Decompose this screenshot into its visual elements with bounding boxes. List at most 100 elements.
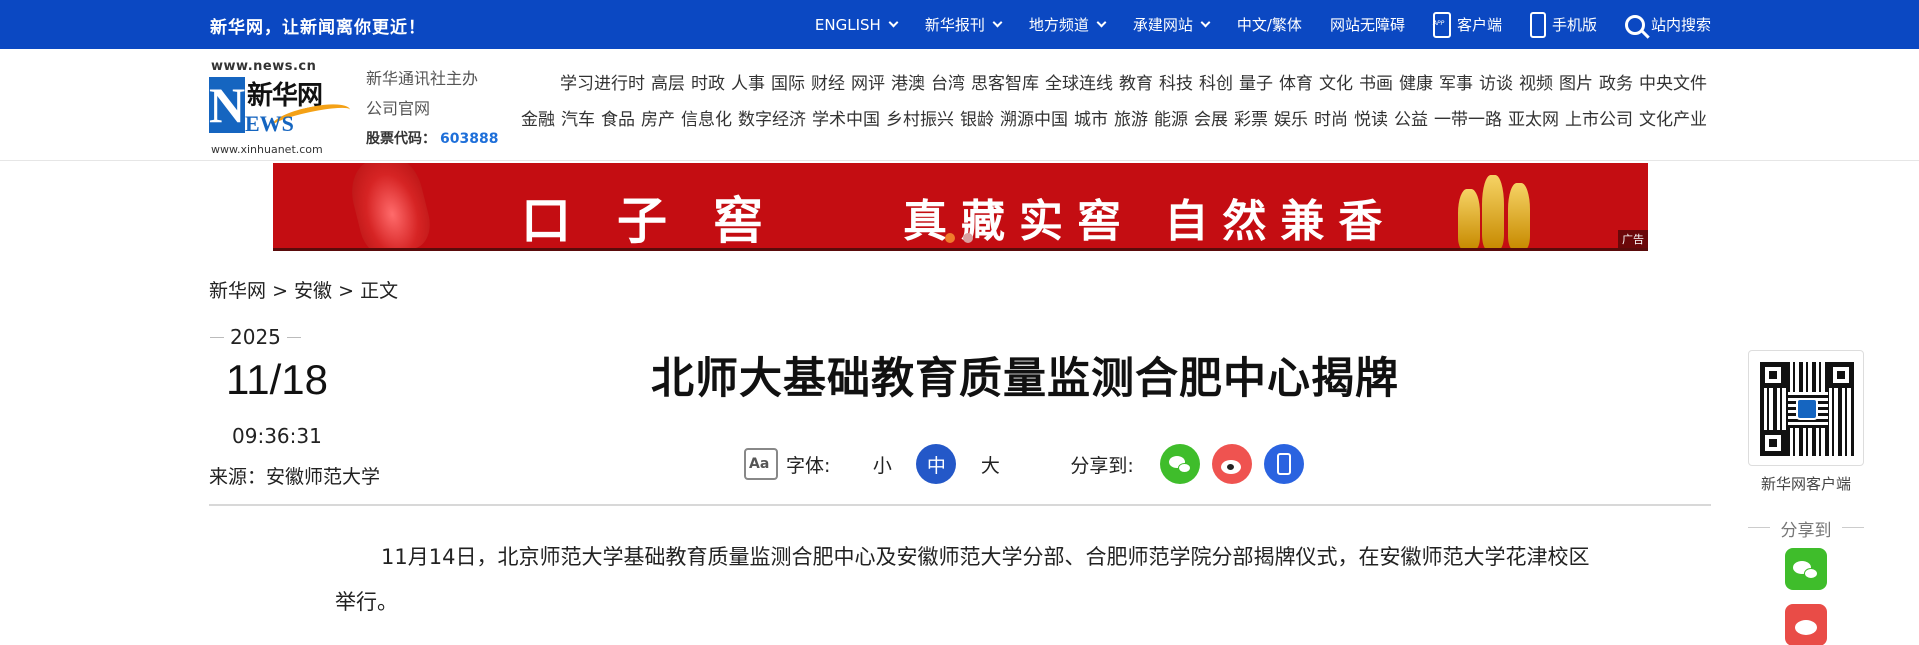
nav-client-app[interactable]: 客户端 [1432, 11, 1502, 38]
channel-link[interactable]: 时尚 [1314, 102, 1348, 138]
liquor-bottles-image [1458, 171, 1548, 248]
channel-link[interactable]: 军事 [1439, 66, 1473, 102]
channel-link[interactable]: 旅游 [1114, 102, 1148, 138]
nav-xinhua-press[interactable]: 新华报刊 [925, 14, 1003, 35]
chevron-down-icon [1096, 17, 1107, 28]
channel-link[interactable]: 金融 [521, 102, 555, 138]
nav-english[interactable]: ENGLISH [814, 15, 899, 34]
site-header: www.news.cn N 新华网 EWS www.xinhuanet.com … [0, 49, 1919, 161]
channel-link[interactable]: 城市 [1074, 102, 1108, 138]
article-paragraph: 11月14日，北京师范大学基础教育质量监测合肥中心及安徽师范大学分部、合肥师范学… [335, 545, 1590, 614]
chevron-down-icon [992, 17, 1003, 28]
liquor-bottle-image [344, 163, 436, 248]
channel-link[interactable]: 公益 [1394, 102, 1428, 138]
chevron-down-icon [1200, 17, 1211, 28]
channel-link[interactable]: 教育 [1119, 66, 1153, 102]
nav-site-search[interactable]: 站内搜索 [1624, 14, 1711, 35]
font-size-small[interactable]: 小 [862, 444, 902, 484]
site-slogan: 新华网，让新闻离你更近！ [210, 18, 426, 38]
logo-domain-top: www.news.cn [211, 59, 317, 74]
publish-date: 11/18 [226, 356, 328, 403]
channel-link[interactable]: 国际 [771, 66, 805, 102]
channel-link[interactable]: 财经 [811, 66, 845, 102]
font-size-medium[interactable]: 中 [916, 444, 957, 484]
channel-link[interactable]: 学术中国 [812, 102, 880, 138]
channel-row-2: 金融 汽车 食品 房产 信息化 数字经济 学术中国 乡村振兴 银龄 溯源中国 城市 旅游 能源 会展 彩票娱… [521, 102, 1707, 138]
channel-link[interactable]: 文化 [1319, 66, 1353, 102]
carousel-dot[interactable] [963, 233, 973, 243]
nav-mobile[interactable]: 手机版 [1529, 11, 1597, 38]
channel-link[interactable]: 港澳 [891, 66, 925, 102]
channel-link[interactable]: 数字经济 [738, 102, 806, 138]
channel-link[interactable]: 政务 [1599, 66, 1633, 102]
breadcrumb-home[interactable]: 新华网 [209, 280, 266, 302]
channel-row-1: 学习进行时 高层 时政 人事 国际 财经 网评 港澳 台湾 思客智库 全球连线 教育 科技 科创 量子 体育文… [560, 66, 1707, 102]
channel-link[interactable]: 银龄 [960, 102, 994, 138]
channel-link[interactable]: 上市公司 [1565, 102, 1633, 138]
stock-code[interactable]: 603888 [440, 131, 498, 147]
nav-english-label: ENGLISH [814, 15, 881, 34]
nav-local-channels[interactable]: 地方频道 [1028, 14, 1107, 35]
channel-link[interactable]: 量子 [1239, 66, 1273, 102]
channel-link[interactable]: 科技 [1159, 66, 1193, 102]
channel-link[interactable]: 科创 [1199, 66, 1233, 102]
breadcrumb-sep: > [272, 280, 288, 302]
channel-link[interactable]: 乡村振兴 [886, 102, 954, 138]
channel-link[interactable]: 书画 [1359, 66, 1393, 102]
qr-code-icon [1760, 362, 1854, 456]
channel-link[interactable]: 能源 [1154, 102, 1188, 138]
channel-link[interactable]: 一带一路 [1434, 102, 1502, 138]
carousel-dot-active[interactable] [945, 233, 955, 243]
channel-link[interactable]: 台湾 [931, 66, 965, 102]
channel-link[interactable]: 中央文件 [1639, 66, 1707, 102]
channel-link[interactable]: 网评 [851, 66, 885, 102]
top-bar: 新华网，让新闻离你更近！ ENGLISH 新华报刊 地方频道 承建网站 中文/繁… [0, 0, 1919, 49]
sidebar-wechat-icon[interactable] [1785, 548, 1827, 590]
channel-link[interactable]: 时政 [691, 66, 725, 102]
channel-link[interactable]: 体育 [1279, 66, 1313, 102]
share-mobile-icon[interactable] [1263, 444, 1304, 484]
ad-brand: 口子窖 [521, 191, 809, 250]
qr-caption: 新华网客户端 [1760, 475, 1851, 493]
font-size-large[interactable]: 大 [970, 444, 1010, 484]
nav-built-sites-label: 承建网站 [1132, 16, 1193, 34]
channel-link[interactable]: 学习进行时 [560, 66, 645, 102]
publish-time: 09:36:31 [232, 424, 322, 448]
share-weibo-icon[interactable] [1211, 444, 1252, 484]
title-divider [209, 504, 1711, 506]
channel-link[interactable]: 娱乐 [1274, 102, 1308, 138]
channel-link[interactable]: 悦读 [1354, 102, 1388, 138]
channel-link[interactable]: 汽车 [561, 102, 595, 138]
channel-link[interactable]: 文化产业 [1639, 102, 1707, 138]
nav-built-sites[interactable]: 承建网站 [1132, 14, 1211, 35]
share-wechat-icon[interactable] [1159, 444, 1200, 484]
nav-accessibility[interactable]: 网站无障碍 [1330, 14, 1405, 35]
channel-link[interactable]: 访谈 [1479, 66, 1513, 102]
channel-link[interactable]: 思客智库 [971, 66, 1039, 102]
channel-link[interactable]: 会展 [1194, 102, 1228, 138]
channel-link[interactable]: 溯源中国 [1000, 102, 1068, 138]
sidebar-weibo-icon[interactable] [1785, 604, 1827, 645]
sidebar-share-label: 分享到 [1748, 516, 1864, 541]
stock-info: 股票代码： 603888 [366, 124, 498, 154]
channel-link[interactable]: 亚太网 [1508, 102, 1559, 138]
channel-link[interactable]: 视频 [1519, 66, 1553, 102]
ad-banner[interactable]: 口子窖 真藏实窖 自然兼香 广告 [273, 163, 1648, 251]
channel-link[interactable]: 图片 [1559, 66, 1593, 102]
xinhua-logo[interactable]: www.news.cn N 新华网 EWS www.xinhuanet.com [209, 59, 353, 156]
channel-link[interactable]: 健康 [1399, 66, 1433, 102]
breadcrumb-section[interactable]: 安徽 [294, 280, 332, 302]
channel-link[interactable]: 彩票 [1234, 102, 1268, 138]
channel-link[interactable]: 全球连线 [1045, 66, 1113, 102]
channel-link[interactable]: 高层 [651, 66, 685, 102]
breadcrumb: 新华网 > 安徽 > 正文 [209, 276, 398, 303]
channel-nav: 学习进行时 高层 时政 人事 国际 财经 网评 港澳 台湾 思客智库 全球连线 教育 科技 科创 量子 体育文… [521, 66, 1707, 138]
channel-link[interactable]: 房产 [641, 102, 675, 138]
channel-link[interactable]: 人事 [731, 66, 765, 102]
channel-link[interactable]: 信息化 [681, 102, 732, 138]
nav-simplified-traditional-label: 中文/繁体 [1236, 16, 1302, 34]
nav-simplified-traditional[interactable]: 中文/繁体 [1237, 14, 1302, 35]
nav-local-channels-label: 地方频道 [1028, 16, 1089, 34]
font-size-label: 字体: [786, 454, 831, 477]
channel-link[interactable]: 食品 [601, 102, 635, 138]
